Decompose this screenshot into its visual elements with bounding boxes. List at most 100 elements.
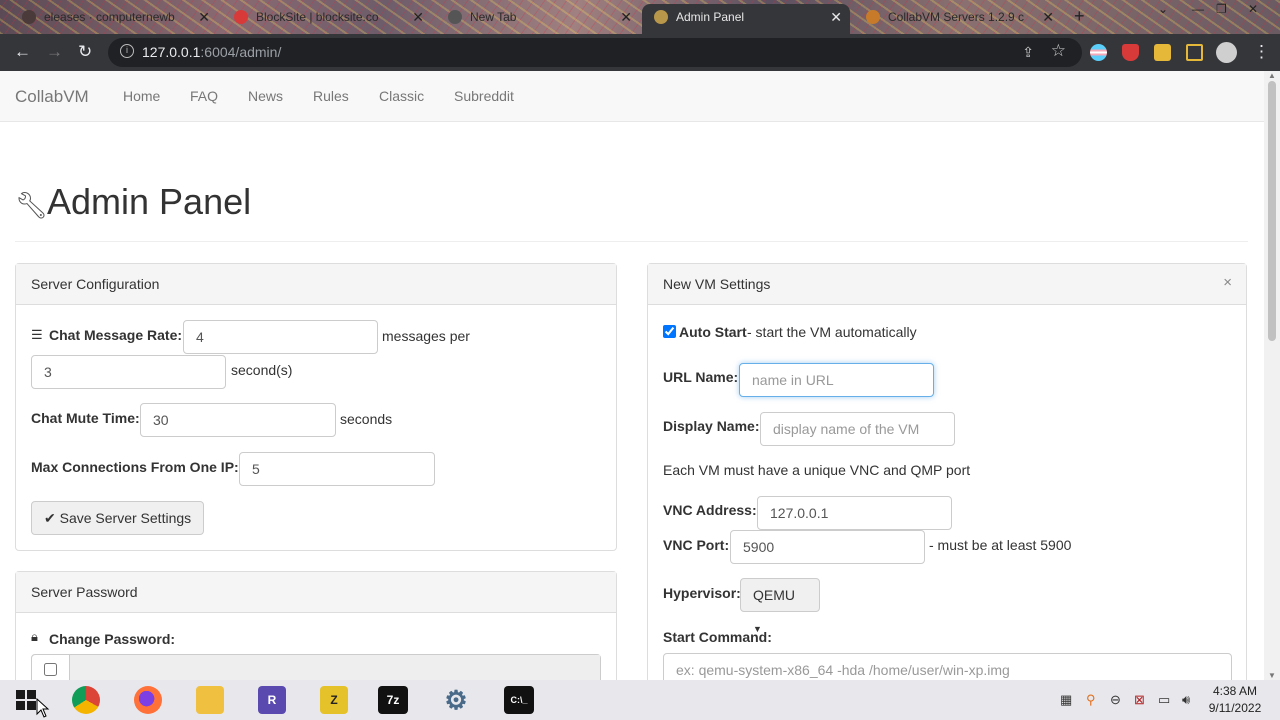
forward-icon[interactable]: → bbox=[46, 42, 63, 62]
panel-heading: New VM Settings × bbox=[648, 264, 1246, 305]
auto-start-checkbox[interactable] bbox=[663, 325, 676, 338]
seconds-unit-text: second(s) bbox=[231, 362, 293, 378]
tray-search-icon[interactable]: ⚲ bbox=[1086, 692, 1096, 708]
volume-icon[interactable]: 🔊︎ bbox=[1182, 692, 1190, 708]
shield-extension-icon[interactable] bbox=[1122, 44, 1139, 61]
max-connections-input[interactable] bbox=[239, 452, 435, 486]
page-scrollbar[interactable]: ▲ ▼ bbox=[1264, 71, 1280, 680]
server-configuration-panel: Server Configuration ☰ Chat Message Rate… bbox=[15, 263, 617, 551]
scroll-down-icon[interactable]: ▼ bbox=[1268, 671, 1276, 680]
nav-news[interactable]: News bbox=[248, 88, 283, 104]
tab-label: New Tab bbox=[470, 10, 517, 24]
panel-heading-text: New VM Settings bbox=[663, 276, 771, 292]
max-connections-label: Max Connections From One IP: bbox=[31, 459, 239, 475]
server-password-panel: Server Password 🔒︎ Change Password: bbox=[15, 571, 617, 680]
file-explorer-icon[interactable] bbox=[196, 686, 224, 714]
new-vm-settings-panel: New VM Settings × Auto Start - start the… bbox=[647, 263, 1247, 680]
vnc-address-input[interactable] bbox=[757, 496, 952, 530]
tab-label: eleases · computernewb bbox=[44, 10, 175, 24]
extensions-puzzle-icon[interactable] bbox=[1154, 44, 1171, 61]
address-bar[interactable]: i 127.0.0.1:6004/admin/ ⇪ ☆ bbox=[108, 38, 1082, 67]
save-server-settings-button[interactable]: ✔ Save Server Settings bbox=[31, 501, 205, 535]
side-panel-icon[interactable] bbox=[1186, 44, 1203, 61]
chrome-icon[interactable] bbox=[72, 686, 100, 714]
chat-rate-label: Chat Message Rate: bbox=[49, 327, 183, 343]
display-name-input[interactable] bbox=[760, 412, 955, 446]
profile-avatar-icon[interactable] bbox=[1216, 42, 1237, 63]
collabvm-icon bbox=[866, 10, 880, 24]
tab-new-tab[interactable]: New Tab ✕ bbox=[436, 4, 640, 34]
bookmark-star-icon[interactable]: ☆ bbox=[1051, 41, 1066, 61]
nav-classic[interactable]: Classic bbox=[379, 88, 424, 104]
tray-app-icon[interactable]: ▦ bbox=[1060, 692, 1072, 708]
profile-flag-extension-icon[interactable] bbox=[1090, 44, 1107, 61]
close-tab-icon[interactable]: ✕ bbox=[1042, 4, 1054, 30]
nav-home[interactable]: Home bbox=[123, 88, 160, 104]
scroll-up-icon[interactable]: ▲ bbox=[1268, 71, 1276, 80]
chat-mute-input[interactable] bbox=[140, 403, 336, 437]
tab-label: CollabVM Servers 1.2.9 c bbox=[888, 10, 1025, 24]
windows-taskbar: R Z 7z ⚙ C:\_ ▦ ⚲ ⊖ ⊠ ▭ 🔊︎ 4:38 AM 9/11/… bbox=[0, 680, 1280, 720]
show-password-addon bbox=[32, 655, 70, 680]
nav-faq[interactable]: FAQ bbox=[190, 88, 218, 104]
display-name-label: Display Name: bbox=[663, 418, 760, 434]
system-clock[interactable]: 4:38 AM 9/11/2022 bbox=[1198, 683, 1272, 717]
zotero-icon[interactable]: Z bbox=[320, 686, 348, 714]
tab-collabvm-servers[interactable]: CollabVM Servers 1.2.9 c ✕ bbox=[854, 4, 1062, 34]
scrollbar-thumb[interactable] bbox=[1268, 81, 1276, 341]
windows-start-icon[interactable] bbox=[16, 690, 36, 710]
vnc-port-note: - must be at least 5900 bbox=[929, 537, 1072, 553]
reload-icon[interactable]: ↻ bbox=[78, 42, 92, 62]
close-icon[interactable]: × bbox=[1223, 274, 1232, 291]
tab-search-icon[interactable]: ⌄ bbox=[1158, 2, 1168, 16]
close-window-icon[interactable]: ✕ bbox=[1248, 2, 1258, 16]
clock-date: 9/11/2022 bbox=[1208, 701, 1262, 715]
tray-network-icon[interactable]: ⊠ bbox=[1134, 692, 1145, 708]
password-input-group bbox=[31, 654, 601, 680]
terminal-icon[interactable]: C:\_ bbox=[504, 686, 534, 714]
tab-releases[interactable]: eleases · computernewb ✕ bbox=[10, 4, 218, 34]
site-brand[interactable]: CollabVM bbox=[15, 87, 89, 107]
nav-subreddit[interactable]: Subreddit bbox=[454, 88, 514, 104]
hypervisor-dropdown[interactable]: QEMU ▼ bbox=[740, 578, 820, 634]
new-tab-button[interactable]: + bbox=[1074, 6, 1085, 27]
settings-gear-icon[interactable]: ⚙ bbox=[442, 686, 470, 714]
chat-rate-messages-input[interactable] bbox=[183, 320, 378, 354]
firefox-icon[interactable] bbox=[134, 686, 162, 714]
7zip-icon[interactable]: 7z bbox=[378, 686, 408, 714]
tray-minus-icon[interactable]: ⊖ bbox=[1110, 692, 1121, 708]
start-command-input[interactable] bbox=[663, 653, 1232, 680]
close-tab-icon[interactable]: ✕ bbox=[830, 4, 842, 30]
show-password-checkbox[interactable] bbox=[44, 663, 57, 676]
restore-icon[interactable]: ❐ bbox=[1216, 2, 1227, 16]
tray-display-icon[interactable]: ▭ bbox=[1158, 692, 1170, 708]
vnc-port-input[interactable] bbox=[730, 530, 925, 564]
vnc-port-label: VNC Port: bbox=[663, 537, 730, 553]
back-icon[interactable]: ← bbox=[14, 42, 31, 62]
close-tab-icon[interactable]: ✕ bbox=[620, 4, 632, 30]
change-password-label: Change Password: bbox=[49, 631, 176, 647]
url-name-input[interactable] bbox=[739, 363, 934, 397]
panel-heading: Server Password bbox=[16, 572, 616, 613]
blocksite-icon bbox=[234, 10, 248, 24]
minimize-icon[interactable]: — bbox=[1192, 2, 1204, 16]
vnc-address-label: VNC Address: bbox=[663, 502, 757, 518]
close-tab-icon[interactable]: ✕ bbox=[412, 4, 424, 30]
divider bbox=[15, 241, 1248, 242]
page-title: 🔧︎Admin Panel bbox=[15, 181, 251, 223]
align-left-icon: ☰ bbox=[31, 327, 43, 342]
url-name-label: URL Name: bbox=[663, 369, 739, 385]
browser-menu-icon[interactable]: ⋮ bbox=[1253, 42, 1270, 62]
tab-label: Admin Panel bbox=[676, 10, 745, 24]
new-password-input[interactable] bbox=[70, 655, 600, 680]
nav-rules[interactable]: Rules bbox=[313, 88, 349, 104]
tab-blocksite[interactable]: BlockSite | blocksite.co ✕ bbox=[222, 4, 432, 34]
site-info-icon[interactable]: i bbox=[120, 44, 134, 58]
clock-time: 4:38 AM bbox=[1212, 684, 1258, 698]
remote-app-icon[interactable]: R bbox=[258, 686, 286, 714]
close-tab-icon[interactable]: ✕ bbox=[198, 4, 210, 30]
share-icon[interactable]: ⇪ bbox=[1022, 44, 1034, 61]
tab-admin-panel[interactable]: Admin Panel ✕ bbox=[642, 4, 850, 34]
page-title-text: Admin Panel bbox=[47, 181, 252, 222]
chat-rate-seconds-input[interactable] bbox=[31, 355, 226, 389]
